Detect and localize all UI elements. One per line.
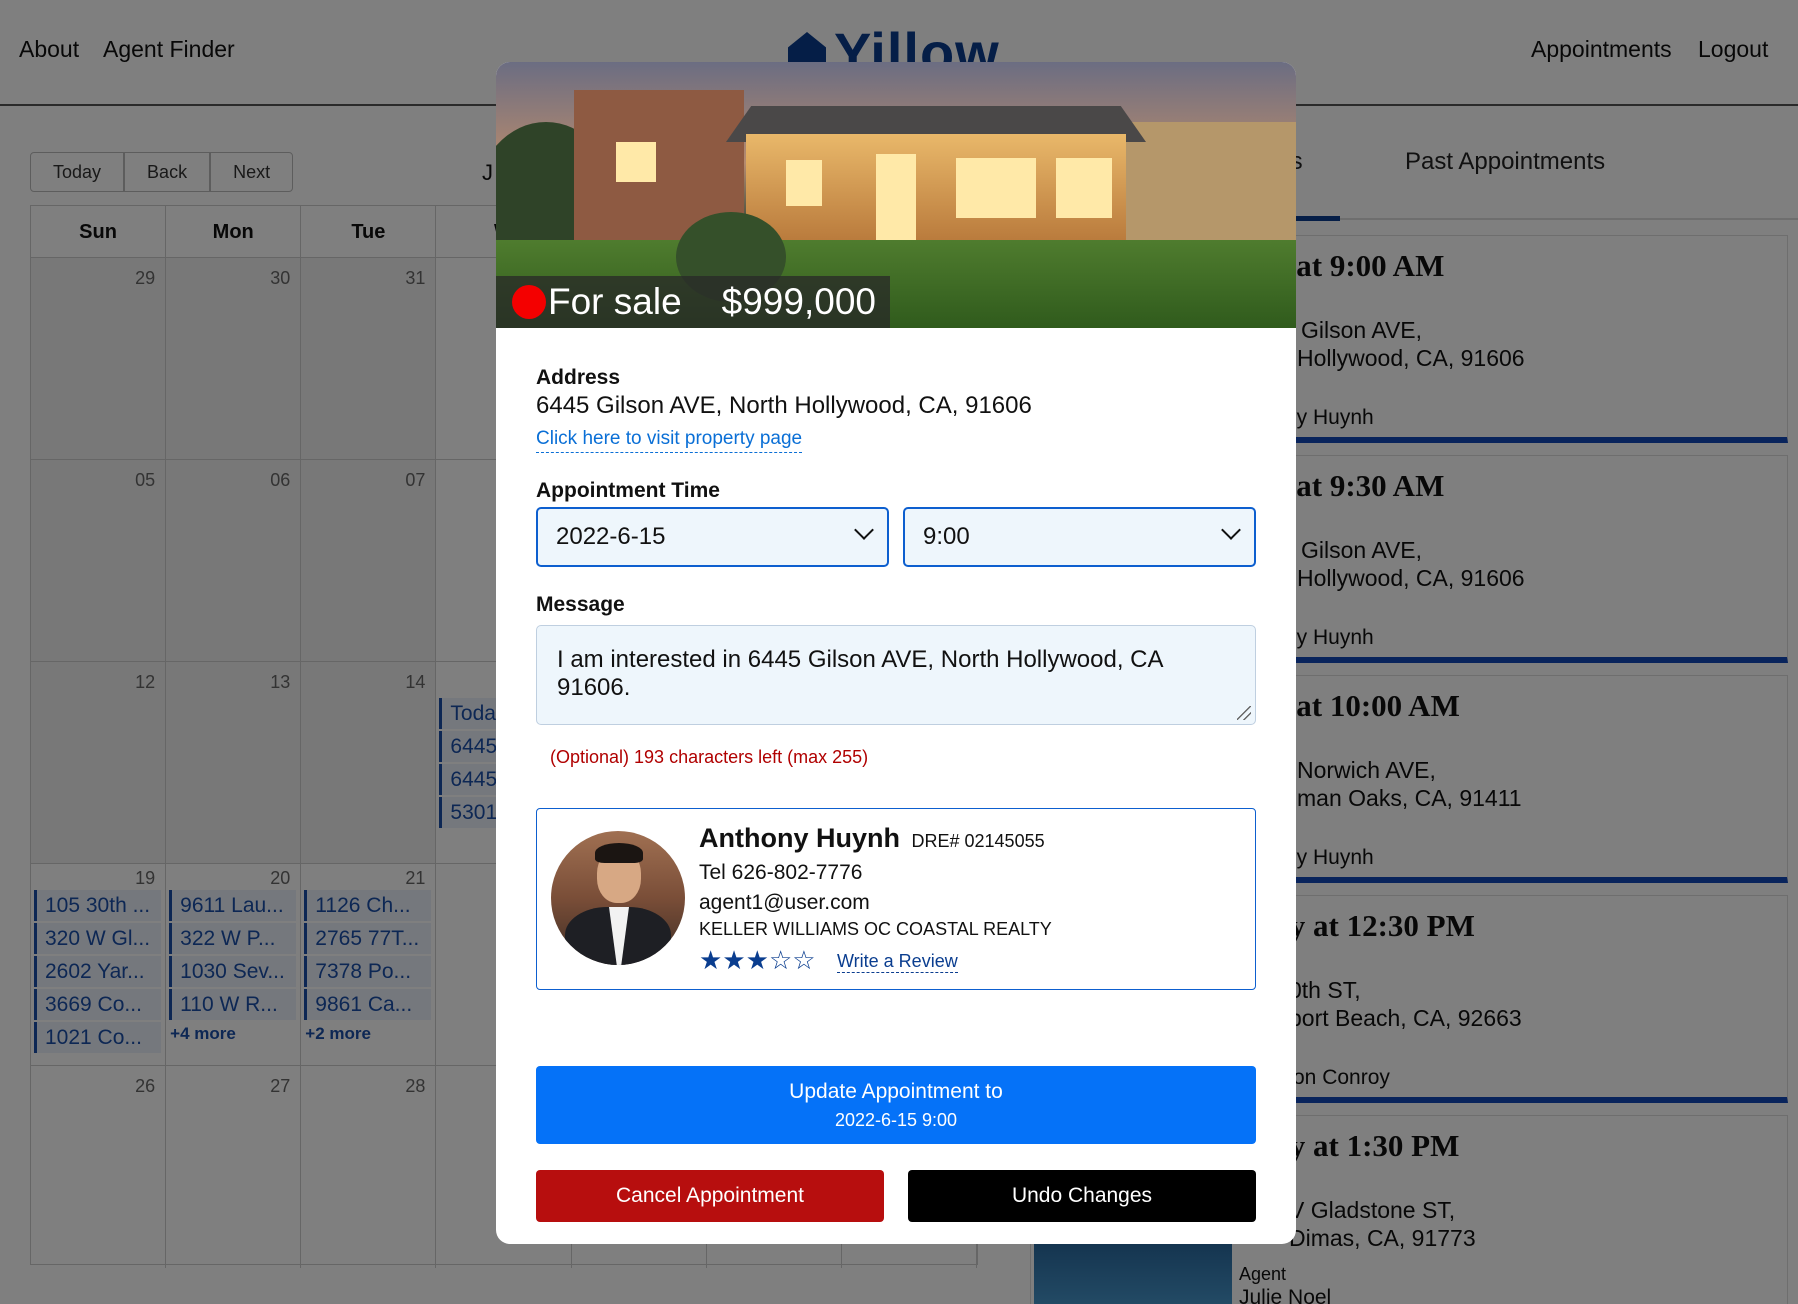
appointment-modal: For sale $999,000 Address 6445 Gilson AV… — [496, 62, 1296, 1244]
resize-handle-icon[interactable] — [1237, 706, 1251, 720]
star-empty-icon: ☆ — [768, 945, 793, 975]
appointment-time-label: Appointment Time — [536, 479, 720, 502]
agent-company: KELLER WILLIAMS OC COASTAL REALTY — [699, 919, 1052, 939]
message-text: I am interested in 6445 Gilson AVE, Nort… — [557, 646, 1163, 701]
agent-email: agent1@user.com — [699, 891, 870, 914]
property-page-link[interactable]: Click here to visit property page — [536, 428, 803, 453]
update-button-datetime: 2022-6-15 9:00 — [834, 1110, 958, 1130]
agent-avatar — [551, 831, 685, 965]
listing-price-tag: For sale $999,000 — [496, 276, 890, 328]
door-shape — [876, 154, 916, 244]
agent-card: Anthony Huynh DRE# 02145055 Tel 626-802-… — [536, 808, 1256, 990]
message-label: Message — [536, 593, 625, 616]
undo-changes-button[interactable]: Undo Changes — [908, 1170, 1256, 1222]
listing-price: $999,000 — [721, 281, 876, 322]
cancel-appointment-button[interactable]: Cancel Appointment — [536, 1170, 884, 1222]
date-select-value: 2022-6-15 — [556, 523, 666, 550]
agent-rating: ★★★☆☆ — [699, 945, 816, 976]
status-dot-icon — [512, 285, 546, 319]
message-textarea[interactable]: I am interested in 6445 Gilson AVE, Nort… — [536, 625, 1256, 725]
window-shape — [1056, 158, 1112, 218]
write-review-link[interactable]: Write a Review — [837, 951, 958, 973]
star-filled-icon: ★ — [745, 945, 769, 975]
window-shape — [956, 158, 1036, 218]
chevron-down-icon — [1221, 520, 1241, 540]
update-appointment-button[interactable]: Update Appointment to 2022-6-15 9:00 — [536, 1066, 1256, 1144]
agent-name-row: Anthony Huynh DRE# 02145055 — [699, 823, 1045, 854]
avatar-hair-shape — [595, 843, 643, 863]
time-select-value: 9:00 — [923, 523, 970, 550]
address-value: 6445 Gilson AVE, North Hollywood, CA, 91… — [536, 392, 1032, 419]
date-select[interactable]: 2022-6-15 — [536, 507, 889, 567]
window-shape — [786, 160, 822, 206]
listing-status: For sale — [548, 281, 682, 322]
update-button-label: Update Appointment to — [789, 1080, 1003, 1103]
appointment-time-row: 2022-6-15 9:00 — [536, 507, 1256, 567]
agent-phone: Tel 626-802-7776 — [699, 861, 863, 884]
property-photo: For sale $999,000 — [496, 62, 1296, 328]
chevron-down-icon — [854, 520, 874, 540]
time-select[interactable]: 9:00 — [903, 507, 1256, 567]
star-filled-icon: ★ — [699, 945, 723, 975]
agent-dre: DRE# 02145055 — [911, 831, 1045, 851]
agent-name: Anthony Huynh — [699, 823, 900, 853]
modal-body: Address 6445 Gilson AVE, North Hollywood… — [536, 328, 1256, 990]
address-label: Address — [536, 366, 621, 389]
star-filled-icon: ★ — [722, 945, 746, 975]
star-empty-icon: ☆ — [792, 945, 816, 975]
window-shape — [616, 142, 656, 182]
characters-left-hint: (Optional) 193 characters left (max 255) — [550, 747, 869, 767]
